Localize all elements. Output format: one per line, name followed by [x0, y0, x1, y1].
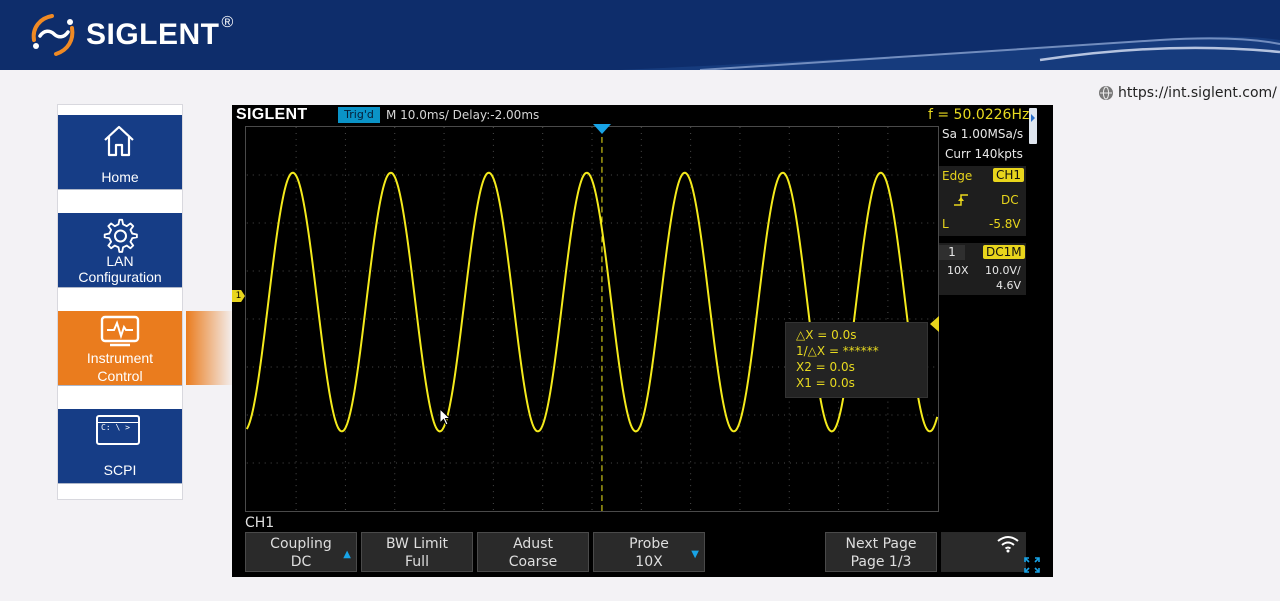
softkey-value: 10X: [635, 554, 663, 570]
siglent-logo-icon: [31, 14, 75, 56]
softkey-coupling[interactable]: Coupling DC ▲: [245, 532, 357, 572]
siglent-logo: SIGLENT ®: [26, 12, 233, 58]
softkey-title: Probe: [629, 536, 669, 552]
sample-rate: Sa 1.00MSa/s: [942, 127, 1024, 141]
sidebar-item-label: Configuration: [78, 269, 162, 285]
sidebar-item-instrument-control[interactable]: Instrument Control: [58, 311, 182, 386]
channel-coupling-badge: DC1M: [983, 245, 1025, 259]
softkey-probe[interactable]: Probe 10X ▼: [593, 532, 705, 572]
vertical-scale: 10.0V/: [985, 264, 1021, 277]
registered-mark: ®: [221, 14, 234, 31]
fullscreen-icon[interactable]: [1024, 557, 1040, 573]
memory-depth: Curr 140kpts: [945, 147, 1023, 161]
gear-icon: [103, 218, 138, 253]
cursor-delta-x: △X = 0.0s: [796, 328, 857, 342]
softkey-value: DC: [290, 554, 312, 570]
softkey-next-page[interactable]: Next Page Page 1/3: [825, 532, 937, 572]
softkey-title: Next Page: [845, 536, 917, 552]
site-url-text: https://int.siglent.com/: [1118, 85, 1277, 101]
sidebar: Home LAN Configuration Instrument Contro…: [57, 104, 183, 500]
channel-number: 1: [939, 245, 965, 260]
ch1-offset-marker[interactable]: 1: [232, 290, 245, 302]
scope-brand: SIGLENT: [236, 106, 308, 123]
trigger-type: Edge: [942, 169, 973, 183]
header-banner: SIGLENT ®: [0, 0, 1280, 70]
monitor-icon: [100, 315, 140, 347]
mouse-cursor-icon: [439, 408, 451, 426]
brand-name: SIGLENT: [86, 18, 220, 51]
softkey-bw-limit[interactable]: BW Limit Full: [361, 532, 473, 572]
ch1-offset-marker-label: 1: [235, 291, 242, 301]
softkey-value: Full: [405, 554, 429, 570]
trigger-level-value: -5.8V: [989, 217, 1021, 231]
up-arrow-icon: ▲: [343, 549, 351, 560]
waveform-grid: [245, 126, 939, 512]
wifi-status: [941, 532, 1026, 572]
rising-edge-icon: [954, 194, 968, 206]
globe-icon: [1099, 86, 1113, 100]
oscilloscope-screen[interactable]: SIGLENT Trig'd M 10.0ms/ Delay:-2.00ms f…: [232, 105, 1053, 577]
vertical-offset: 4.6V: [996, 279, 1022, 292]
timebase-readout: M 10.0ms/ Delay:-2.00ms: [386, 108, 540, 122]
sidebar-item-label: Instrument: [86, 350, 154, 366]
trigger-coupling: DC: [1001, 193, 1019, 207]
channel-info-panel[interactable]: 1 DC1M 10X 10.0V/ 4.6V: [939, 243, 1026, 295]
sidebar-item-home[interactable]: Home: [58, 115, 182, 190]
softkey-value: Coarse: [508, 554, 558, 570]
sidebar-item-label: SCPI: [103, 462, 137, 478]
trigger-info-panel[interactable]: Edge CH1 DC L -5.8V: [939, 166, 1026, 236]
trigger-status-badge: Trig'd: [338, 107, 380, 123]
wifi-icon: [997, 536, 1019, 553]
trigger-level-label: L: [942, 217, 949, 231]
terminal-icon: C: \ >: [96, 415, 140, 445]
trigger-level-marker-icon[interactable]: [930, 316, 939, 332]
probe-ratio: 10X: [947, 264, 969, 277]
cursor-x1: X1 = 0.0s: [796, 376, 855, 390]
softkey-adjust[interactable]: Adust Coarse: [477, 532, 589, 572]
trigger-position-marker-icon[interactable]: [593, 124, 611, 135]
sidebar-item-label: Control: [97, 368, 143, 384]
scope-top-bar: SIGLENT Trig'd M 10.0ms/ Delay:-2.00ms f…: [232, 105, 1053, 144]
cursor-x2: X2 = 0.0s: [796, 360, 855, 374]
softkey-title: Coupling: [270, 536, 332, 552]
softkey-title: Adust: [513, 536, 553, 552]
home-icon: [104, 125, 134, 157]
site-url[interactable]: https://int.siglent.com/: [1099, 85, 1277, 101]
sidebar-item-scpi[interactable]: C: \ > SCPI: [58, 409, 182, 484]
sidebar-item-label: Home: [101, 169, 139, 185]
active-item-indicator: [186, 311, 234, 385]
softkey-title: BW Limit: [385, 536, 449, 552]
down-arrow-icon: ▼: [691, 549, 699, 560]
cursor-readout-box: △X = 0.0s 1/△X = ****** X2 = 0.0s X1 = 0…: [785, 322, 928, 398]
softkey-value: Page 1/3: [850, 554, 912, 570]
trigger-source-badge: CH1: [993, 168, 1025, 182]
menu-channel-label: CH1: [245, 515, 275, 531]
frequency-readout: f = 50.0226Hz: [928, 107, 1030, 123]
terminal-text: C: \ >: [101, 423, 130, 432]
right-panel-tab[interactable]: [1029, 108, 1037, 144]
cursor-inverse-delta-x: 1/△X = ******: [796, 344, 879, 358]
sidebar-item-lan-configuration[interactable]: LAN Configuration: [58, 213, 182, 288]
